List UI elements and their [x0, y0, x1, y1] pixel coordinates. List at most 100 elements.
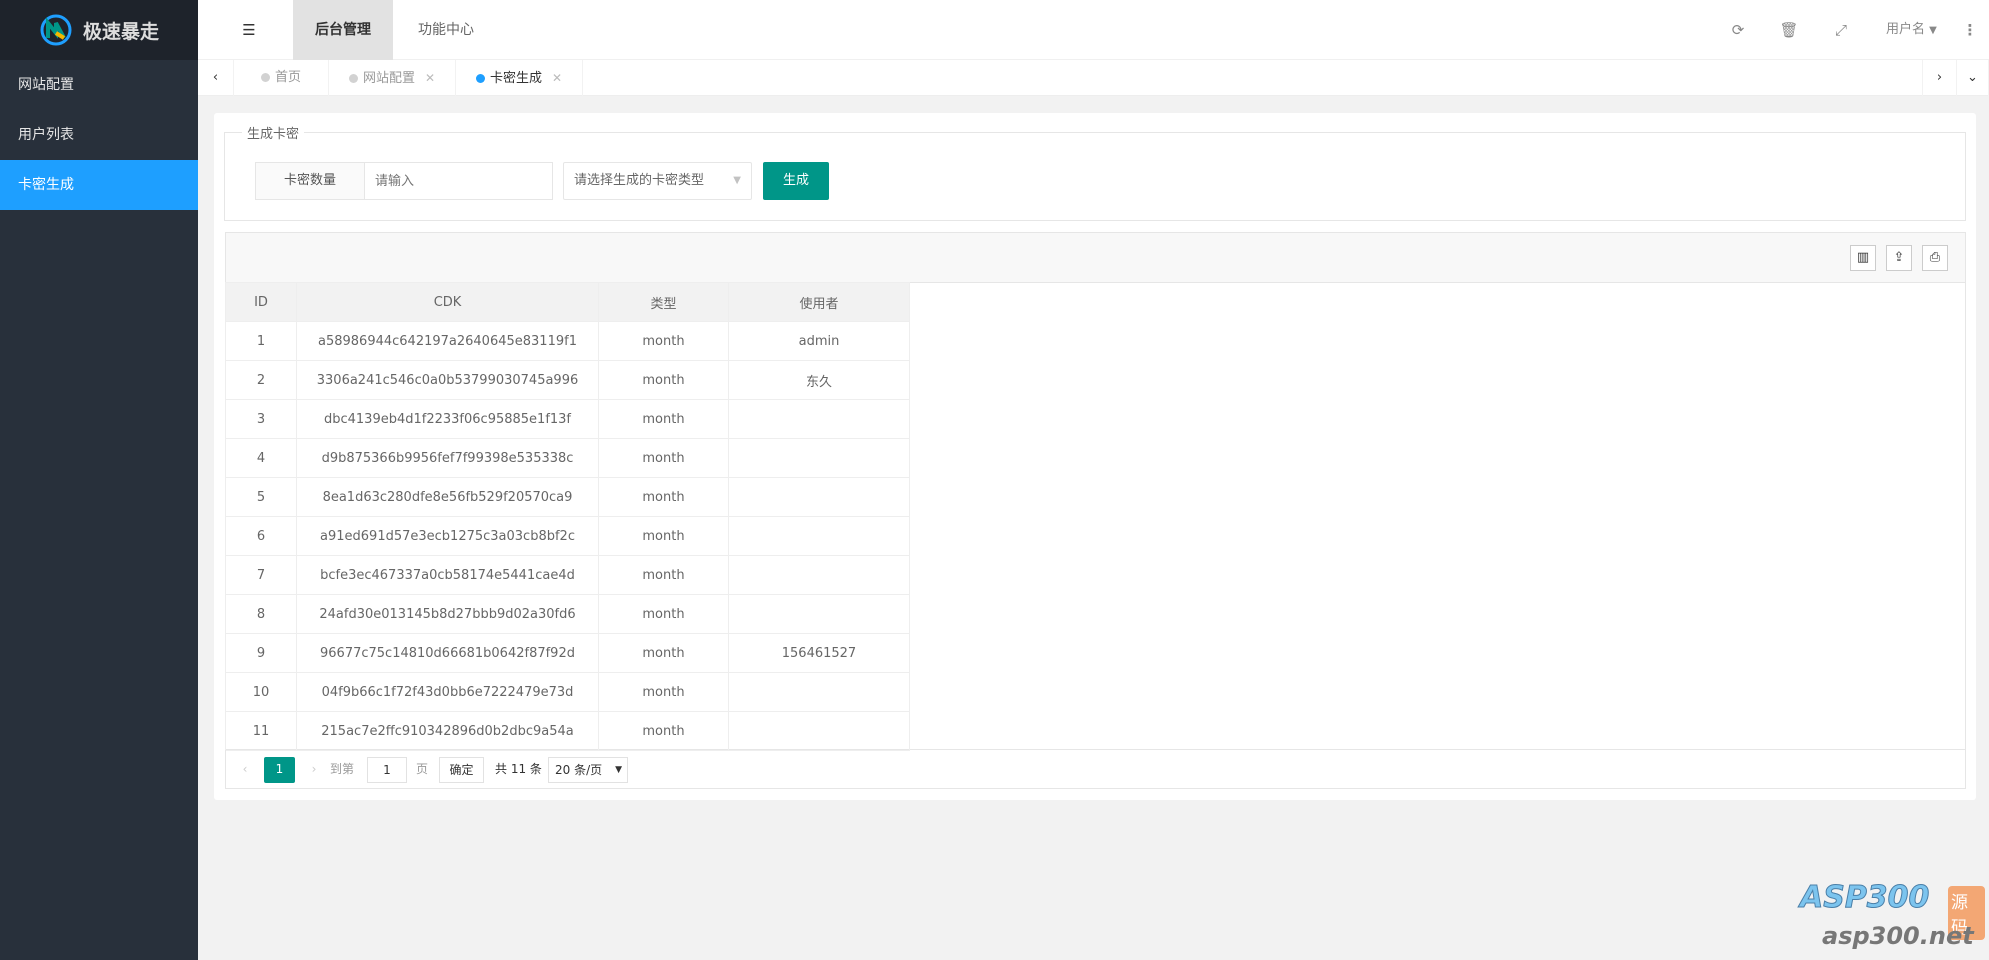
- table-row[interactable]: 4 d9b875366b9956fef7f99398e535338c month: [225, 438, 910, 478]
- tab-function-center[interactable]: 功能中心: [406, 0, 486, 60]
- cell-type: month: [598, 399, 729, 439]
- type-select[interactable]: 请选择生成的卡密类型 ▼: [563, 162, 752, 200]
- user-menu[interactable]: 用户名 ▼: [1886, 0, 1937, 60]
- confirm-button[interactable]: 确定: [439, 757, 484, 783]
- watermark-url: asp300.net: [1822, 922, 1974, 950]
- cell-type: month: [598, 516, 729, 556]
- cell-cdk: 3306a241c546c0a0b53799030745a996: [296, 360, 599, 400]
- cell-type: month: [598, 711, 729, 751]
- cell-cdk: 8ea1d63c280dfe8e56fb529f20570ca9: [296, 477, 599, 517]
- cell-id: 5: [225, 477, 297, 517]
- cell-user: [728, 477, 910, 517]
- cell-cdk: 24afd30e013145b8d27bbb9d02a30fd6: [296, 594, 599, 634]
- cell-user: [728, 711, 910, 751]
- cell-cdk: 215ac7e2ffc910342896d0b2dbc9a54a: [296, 711, 599, 751]
- table-row[interactable]: 8 24afd30e013145b8d27bbb9d02a30fd6 month: [225, 594, 910, 634]
- close-icon[interactable]: ✕: [425, 71, 435, 85]
- tab-label: 网站配置: [362, 71, 415, 86]
- cell-type: month: [598, 438, 729, 478]
- tab-label: 卡密生成: [489, 71, 542, 86]
- cell-type: month: [598, 672, 729, 712]
- cell-user: [728, 399, 910, 439]
- cell-type: month: [598, 633, 729, 673]
- cell-user: admin: [728, 321, 910, 361]
- table-row[interactable]: 1 a58986944c642197a2640645e83119f1 month ad…: [225, 321, 910, 361]
- page-tab-site-config[interactable]: 网站配置 ✕: [329, 60, 456, 96]
- sidebar: 极速暴走 网站配置 用户列表 卡密生成: [0, 0, 198, 960]
- export-icon[interactable]: ⇪: [1886, 245, 1912, 271]
- cell-id: 11: [225, 711, 297, 751]
- fieldset-legend: 生成卡密: [242, 123, 305, 142]
- page-tabs-bar: ‹ 首页 网站配置 ✕ 卡密生成 ✕ › ⌄: [198, 60, 1989, 96]
- sidebar-item-user-list[interactable]: 用户列表: [0, 110, 198, 160]
- print-icon[interactable]: ⎙: [1922, 245, 1948, 271]
- cell-id: 7: [225, 555, 297, 595]
- cell-user: 156461527: [728, 633, 910, 673]
- goto-label: 到第: [330, 762, 355, 776]
- per-page-select[interactable]: 20 条/页 ▼: [548, 757, 628, 783]
- cell-type: month: [598, 555, 729, 595]
- table-row[interactable]: 2 3306a241c546c0a0b53799030745a996 month 东久: [225, 360, 910, 400]
- tab-label: 首页: [274, 70, 301, 85]
- cell-user: [728, 594, 910, 634]
- total-count: 共 11 条: [495, 762, 542, 776]
- table-row[interactable]: 5 8ea1d63c280dfe8e56fb529f20570ca9 month: [225, 477, 910, 517]
- pagination: [225, 750, 1966, 789]
- refresh-icon[interactable]: ⟳: [1728, 20, 1748, 40]
- table-row[interactable]: 11 215ac7e2ffc910342896d0b2dbc9a54a month: [225, 711, 910, 751]
- cdk-table: ID CDK 类型 使用者 1 a58986944c642197a2640645e…: [225, 282, 1966, 751]
- tabs-scroll-right-icon[interactable]: ›: [1922, 60, 1957, 96]
- cell-cdk: bcfe3ec467337a0cb58174e5441cae4d: [296, 555, 599, 595]
- cell-type: month: [598, 594, 729, 634]
- col-id[interactable]: ID: [225, 282, 297, 322]
- cell-type: month: [598, 321, 729, 361]
- cell-cdk: a91ed691d57e3ecb1275c3a03cb8bf2c: [296, 516, 599, 556]
- prev-page-icon[interactable]: ‹: [236, 757, 254, 783]
- cell-id: 9: [225, 633, 297, 673]
- tabs-scroll-left-icon[interactable]: ‹: [198, 60, 234, 96]
- col-user[interactable]: 使用者: [728, 282, 910, 322]
- page-1-button[interactable]: 1: [264, 757, 295, 783]
- table-header-row: ID CDK 类型 使用者: [225, 282, 910, 322]
- table-row[interactable]: 9 96677c75c14810d66681b0642f87f92d month 15…: [225, 633, 910, 673]
- tab-admin[interactable]: 后台管理: [293, 0, 393, 60]
- dot-icon: [475, 74, 485, 83]
- dot-icon: [260, 73, 270, 82]
- cell-user: [728, 672, 910, 712]
- generate-button[interactable]: 生成: [763, 162, 829, 200]
- fullscreen-icon[interactable]: ⤢: [1831, 20, 1851, 40]
- cell-cdk: 96677c75c14810d66681b0642f87f92d: [296, 633, 599, 673]
- goto-page-input[interactable]: 1: [367, 757, 407, 783]
- columns-filter-icon[interactable]: ▥: [1850, 245, 1876, 271]
- page-tab-cdk-generate[interactable]: 卡密生成 ✕: [456, 60, 583, 96]
- cell-cdk: d9b875366b9956fef7f99398e535338c: [296, 438, 599, 478]
- cell-id: 10: [225, 672, 297, 712]
- sidebar-item-site-config[interactable]: 网站配置: [0, 60, 198, 110]
- col-cdk[interactable]: CDK: [296, 282, 599, 322]
- cell-id: 6: [225, 516, 297, 556]
- caret-down-icon: ▼: [1929, 25, 1937, 36]
- cell-id: 1: [225, 321, 297, 361]
- menu-toggle-icon[interactable]: ☰: [239, 20, 259, 40]
- tabs-dropdown-icon[interactable]: ⌄: [1957, 60, 1989, 96]
- col-type[interactable]: 类型: [598, 282, 729, 322]
- cell-user: [728, 555, 910, 595]
- sidebar-item-cdk-generate[interactable]: 卡密生成: [0, 160, 198, 210]
- watermark: ASP300 源码 asp300.net: [1799, 880, 1985, 952]
- table-row[interactable]: 3 dbc4139eb4d1f2233f06c95885e1f13f month: [225, 399, 910, 439]
- type-select-placeholder: 请选择生成的卡密类型: [574, 173, 705, 188]
- cell-user: 东久: [728, 360, 910, 400]
- table-row[interactable]: 7 bcfe3ec467337a0cb58174e5441cae4d month: [225, 555, 910, 595]
- qty-input[interactable]: [364, 162, 553, 200]
- logo[interactable]: 极速暴走: [0, 0, 198, 60]
- cell-type: month: [598, 360, 729, 400]
- next-page-icon[interactable]: ›: [305, 757, 323, 783]
- more-icon[interactable]: ⋮: [1960, 20, 1980, 40]
- trash-icon[interactable]: 🗑: [1779, 20, 1799, 40]
- page-tab-home[interactable]: 首页: [234, 60, 329, 96]
- table-row[interactable]: 6 a91ed691d57e3ecb1275c3a03cb8bf2c month: [225, 516, 910, 556]
- close-icon[interactable]: ✕: [552, 71, 562, 85]
- cell-cdk: dbc4139eb4d1f2233f06c95885e1f13f: [296, 399, 599, 439]
- table-row[interactable]: 10 04f9b66c1f72f43d0bb6e7222479e73d month: [225, 672, 910, 712]
- cell-cdk: a58986944c642197a2640645e83119f1: [296, 321, 599, 361]
